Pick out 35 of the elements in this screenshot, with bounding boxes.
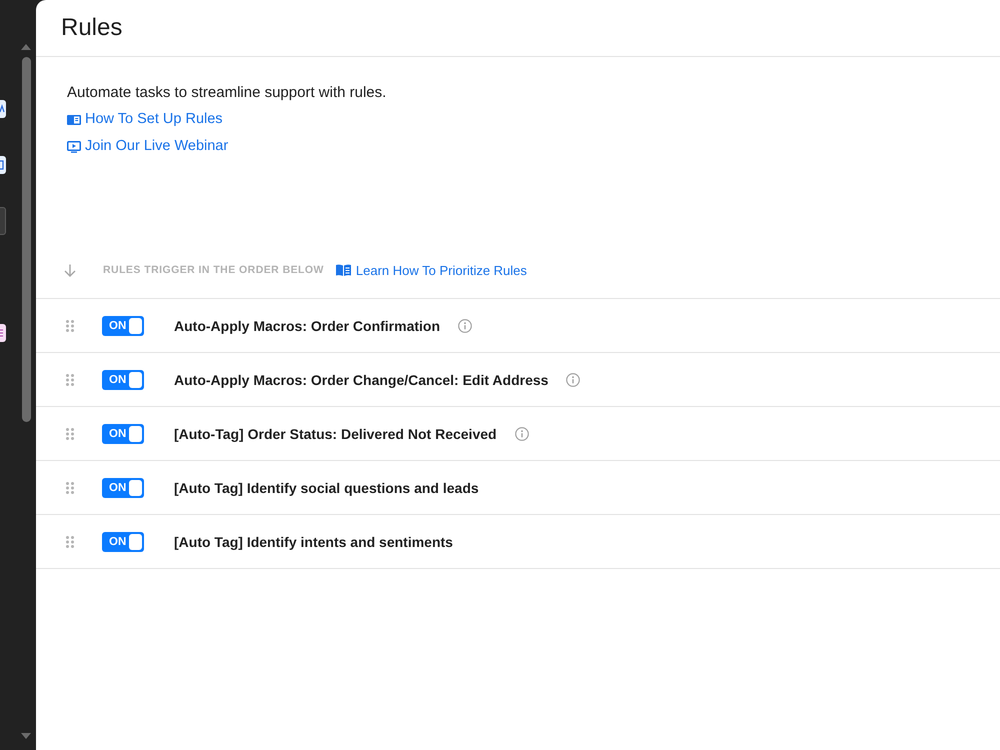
- help-link[interactable]: How To Set Up Rules: [67, 106, 223, 133]
- app-tile-icon[interactable]: [0, 156, 6, 174]
- info-icon[interactable]: [566, 372, 580, 386]
- info-icon[interactable]: [458, 318, 472, 332]
- rule-title[interactable]: [Auto-Tag] Order Status: Delivered Not Received: [174, 426, 497, 442]
- app-tile-icon[interactable]: [0, 207, 6, 235]
- video-play-icon: [67, 140, 81, 152]
- document-icon: [67, 114, 81, 126]
- rule-toggle[interactable]: ON: [102, 424, 144, 444]
- description-text: Automate tasks to streamline support with rules.: [67, 83, 386, 103]
- rule-title[interactable]: [Auto Tag] Identify intents and sentiments: [174, 534, 453, 550]
- rule-toggle[interactable]: ON: [102, 478, 144, 498]
- scroll-down-icon[interactable]: [21, 733, 31, 739]
- help-link[interactable]: Join Our Live Webinar: [67, 133, 228, 160]
- open-book-icon: [336, 264, 351, 276]
- rule-title[interactable]: Auto-Apply Macros: Order Confirmation: [174, 318, 440, 334]
- scrollbar-thumb[interactable]: [22, 57, 30, 422]
- rule-toggle[interactable]: ON: [102, 370, 144, 390]
- rule-title[interactable]: Auto-Apply Macros: Order Change/Cancel: Edit Address: [174, 372, 548, 388]
- app-tile-icon[interactable]: [0, 100, 6, 118]
- drag-handle-icon[interactable]: [66, 536, 74, 548]
- prioritize-link[interactable]: Learn How To Prioritize Rules: [336, 262, 527, 278]
- info-icon[interactable]: [514, 426, 529, 440]
- drag-handle-icon[interactable]: [66, 482, 74, 494]
- rule-title[interactable]: [Auto Tag] Identify social questions and leads: [174, 480, 479, 496]
- page-title: Rules: [61, 14, 122, 42]
- drag-handle-icon[interactable]: [66, 374, 74, 386]
- rule-toggle[interactable]: ON: [102, 316, 144, 336]
- scroll-up-icon[interactable]: [21, 44, 31, 50]
- app-tile-icon[interactable]: [0, 324, 6, 342]
- order-note: RULES TRIGGER IN THE ORDER BELOW: [103, 264, 324, 276]
- drag-handle-icon[interactable]: [66, 320, 74, 332]
- rule-toggle[interactable]: ON: [102, 532, 144, 552]
- drag-handle-icon[interactable]: [66, 428, 74, 440]
- arrow-down-icon: [64, 264, 76, 276]
